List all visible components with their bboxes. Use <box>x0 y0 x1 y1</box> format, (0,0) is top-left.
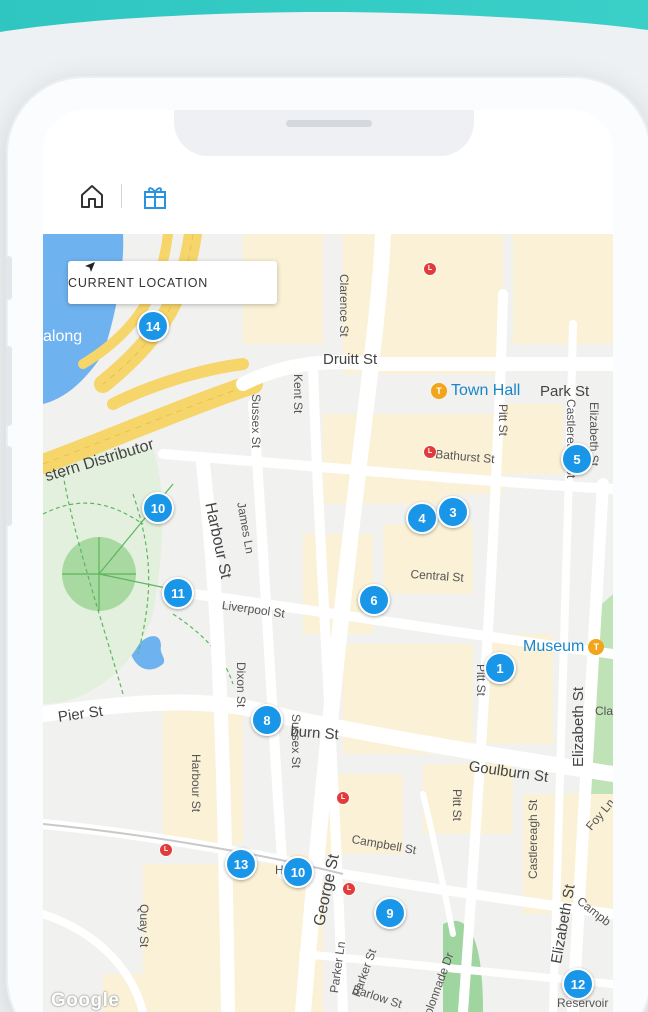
map-view[interactable]: Druitt St Park St Kent St Clarence St Su… <box>43 234 613 1012</box>
street-label: Kent St <box>291 374 305 414</box>
location-marker[interactable]: 13 <box>225 848 257 880</box>
street-label: Clarence St <box>337 274 351 337</box>
location-marker[interactable]: 11 <box>162 577 194 609</box>
gift-icon[interactable] <box>142 182 168 210</box>
street-label: Pitt St <box>450 789 464 822</box>
google-logo: Google <box>51 990 120 1011</box>
phone-side-button <box>6 256 12 300</box>
toolbar-divider <box>121 184 122 208</box>
location-marker[interactable]: 9 <box>374 897 406 929</box>
street-label: Quay St <box>137 904 151 948</box>
poi-museum[interactable]: Museum T <box>523 638 608 656</box>
street-label: Sussex St <box>249 394 263 449</box>
light-rail-stop-icon <box>336 791 350 805</box>
phone-notch <box>174 110 474 156</box>
home-icon[interactable] <box>79 182 105 210</box>
navigation-arrow-icon <box>85 262 95 272</box>
street-label: Dixon St <box>234 662 248 708</box>
street-label: burn St <box>289 723 340 744</box>
location-marker[interactable]: 12 <box>562 968 594 1000</box>
light-rail-stop-icon <box>342 882 356 896</box>
location-marker[interactable]: 6 <box>358 584 390 616</box>
poi-town-hall[interactable]: T Town Hall <box>431 382 520 400</box>
street-label: Harbour St <box>189 754 203 813</box>
location-marker[interactable]: 14 <box>137 310 169 342</box>
train-station-icon: T <box>431 383 447 399</box>
phone-side-button <box>6 346 12 426</box>
location-marker[interactable]: 8 <box>251 704 283 736</box>
location-marker[interactable]: 3 <box>437 496 469 528</box>
location-marker[interactable]: 1 <box>484 652 516 684</box>
current-location-button[interactable]: CURRENT LOCATION <box>68 261 277 304</box>
app-toolbar <box>43 160 613 234</box>
location-marker[interactable]: 10 <box>282 856 314 888</box>
street-label: Park St <box>540 383 590 400</box>
street-label: Elizabeth St <box>570 686 587 767</box>
poi-label: Museum <box>523 638 585 655</box>
location-marker[interactable]: 4 <box>406 502 438 534</box>
location-marker[interactable]: 5 <box>561 443 593 475</box>
current-location-label: CURRENT LOCATION <box>68 275 209 290</box>
light-rail-stop-icon <box>423 262 437 276</box>
header-wave <box>0 0 648 32</box>
street-label: Cla <box>595 704 613 718</box>
street-label: Druitt St <box>323 351 378 368</box>
location-marker[interactable]: 10 <box>142 492 174 524</box>
light-rail-stop-icon <box>423 445 437 459</box>
phone-side-button <box>6 446 12 526</box>
phone-speaker <box>286 120 372 127</box>
street-label: Castlereagh St <box>526 799 540 879</box>
water-label: along <box>43 328 83 345</box>
light-rail-stop-icon <box>159 843 173 857</box>
street-label: Pitt St <box>496 404 510 437</box>
poi-label: Town Hall <box>451 382 521 399</box>
train-station-icon: T <box>588 639 605 655</box>
